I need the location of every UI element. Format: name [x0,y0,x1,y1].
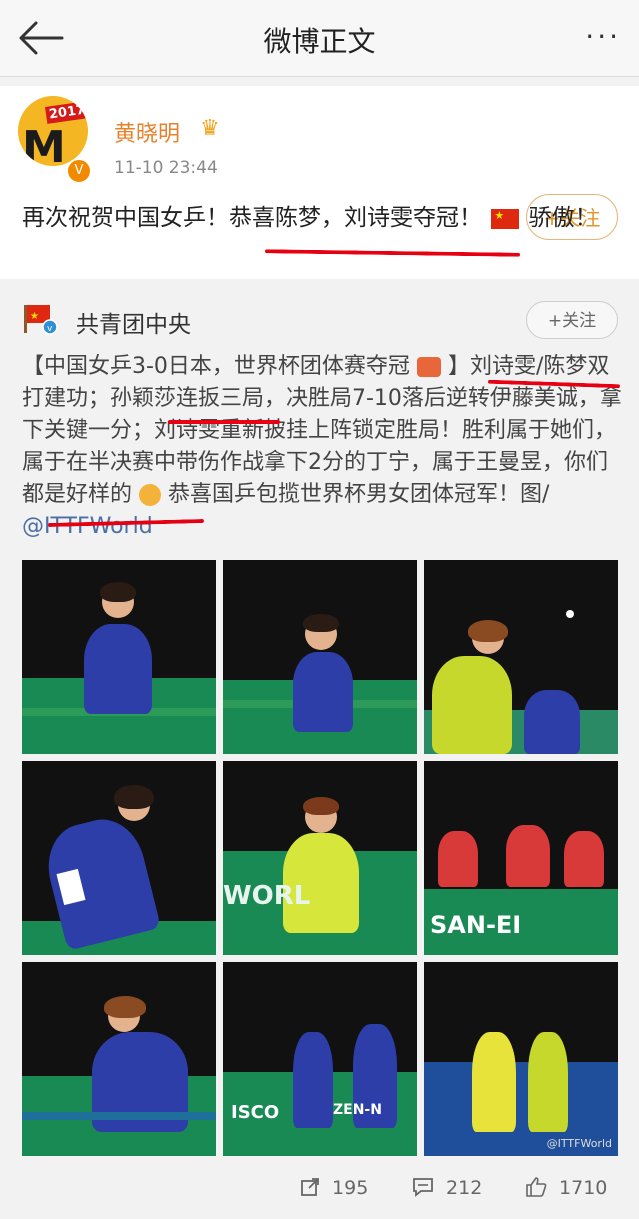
post-text-main: 再次祝贺中国女乒！恭喜陈梦，刘诗雯夺冠！ [22,205,482,231]
repost-follow-button[interactable]: +关注 [526,301,618,339]
party-flag-avatar-icon[interactable]: ★ v [22,299,58,335]
photo-5[interactable]: WORL [223,761,417,955]
like-count: 1710 [559,1177,608,1199]
page-title: 微博正文 [263,25,376,58]
repost-action[interactable]: 195 [300,1177,368,1199]
annotation-underline [168,420,280,424]
photo-8[interactable]: ISCO ZEN-N [223,962,417,1156]
comment-count: 212 [446,1177,483,1199]
top-bar: 微博正文 ··· [0,0,639,77]
repost-icon [301,1178,319,1196]
more-options-icon[interactable]: ··· [585,20,621,53]
photo-2[interactable] [223,560,417,754]
thumbs-up-icon [526,1177,547,1197]
photo-watermark: @ITTFWorld [546,1137,612,1150]
avatar[interactable]: 2017 M [18,96,88,166]
repost-text-part-1: 【中国女乒3-0日本，世界杯团体赛夺冠 [22,354,410,379]
post-text: 再次祝贺中国女乒！恭喜陈梦，刘诗雯夺冠！ 骄傲！ [22,198,617,238]
photo-6[interactable]: SAN-EI [424,761,618,955]
post-text-end: 骄傲！ [528,205,598,231]
post-time: 11-10 23:44 [114,158,218,178]
like-action[interactable]: 1710 [525,1177,607,1199]
photo-6-banner: SAN-EI [430,911,522,939]
avatar-m-logo: M [22,122,66,166]
photo-1[interactable] [22,560,216,754]
verified-badge-icon: V [66,158,92,184]
photo-8-banner-2: ZEN-N [333,1102,382,1118]
photo-3[interactable] [424,560,618,754]
svg-text:v: v [47,324,53,334]
post-author[interactable]: 黄晓明 [114,116,180,148]
china-flag-icon [491,208,520,229]
photo-7[interactable] [22,962,216,1156]
comment-action[interactable]: 212 [412,1177,482,1199]
photo-9[interactable]: @ITTFWorld [424,962,618,1156]
svg-text:★: ★ [30,311,39,322]
repost-text-part-3: 恭喜国乒包揽世界杯男女团体冠军！图/ [168,482,550,507]
photo-grid: WORL SAN-EI ISCO ZEN-N @ITTFWorld [22,560,618,1156]
crown-icon: ♛ [200,116,220,141]
clap-emoji-icon [139,484,162,506]
photo-5-banner: WORL [223,881,311,911]
action-bar: 195 212 1710 [0,1165,639,1219]
comment-icon [413,1178,433,1197]
repost-author[interactable]: 共青团中央 [76,305,191,339]
repost-section: ★ v 共青团中央 +关注 【中国女乒3-0日本，世界杯团体赛夺冠 】刘诗雯/陈… [0,283,639,1219]
mention-link[interactable]: @ITTFWorld [22,514,153,539]
emoji-icon [416,357,441,377]
photo-8-banner-1: ISCO [231,1102,280,1123]
repost-count: 195 [332,1177,369,1199]
photo-4[interactable] [22,761,216,955]
repost-text: 【中国女乒3-0日本，世界杯团体赛夺冠 】刘诗雯/陈梦双打建功；孙颖莎连扳三局，… [22,351,622,543]
avatar-badge: 2017 [45,101,88,124]
